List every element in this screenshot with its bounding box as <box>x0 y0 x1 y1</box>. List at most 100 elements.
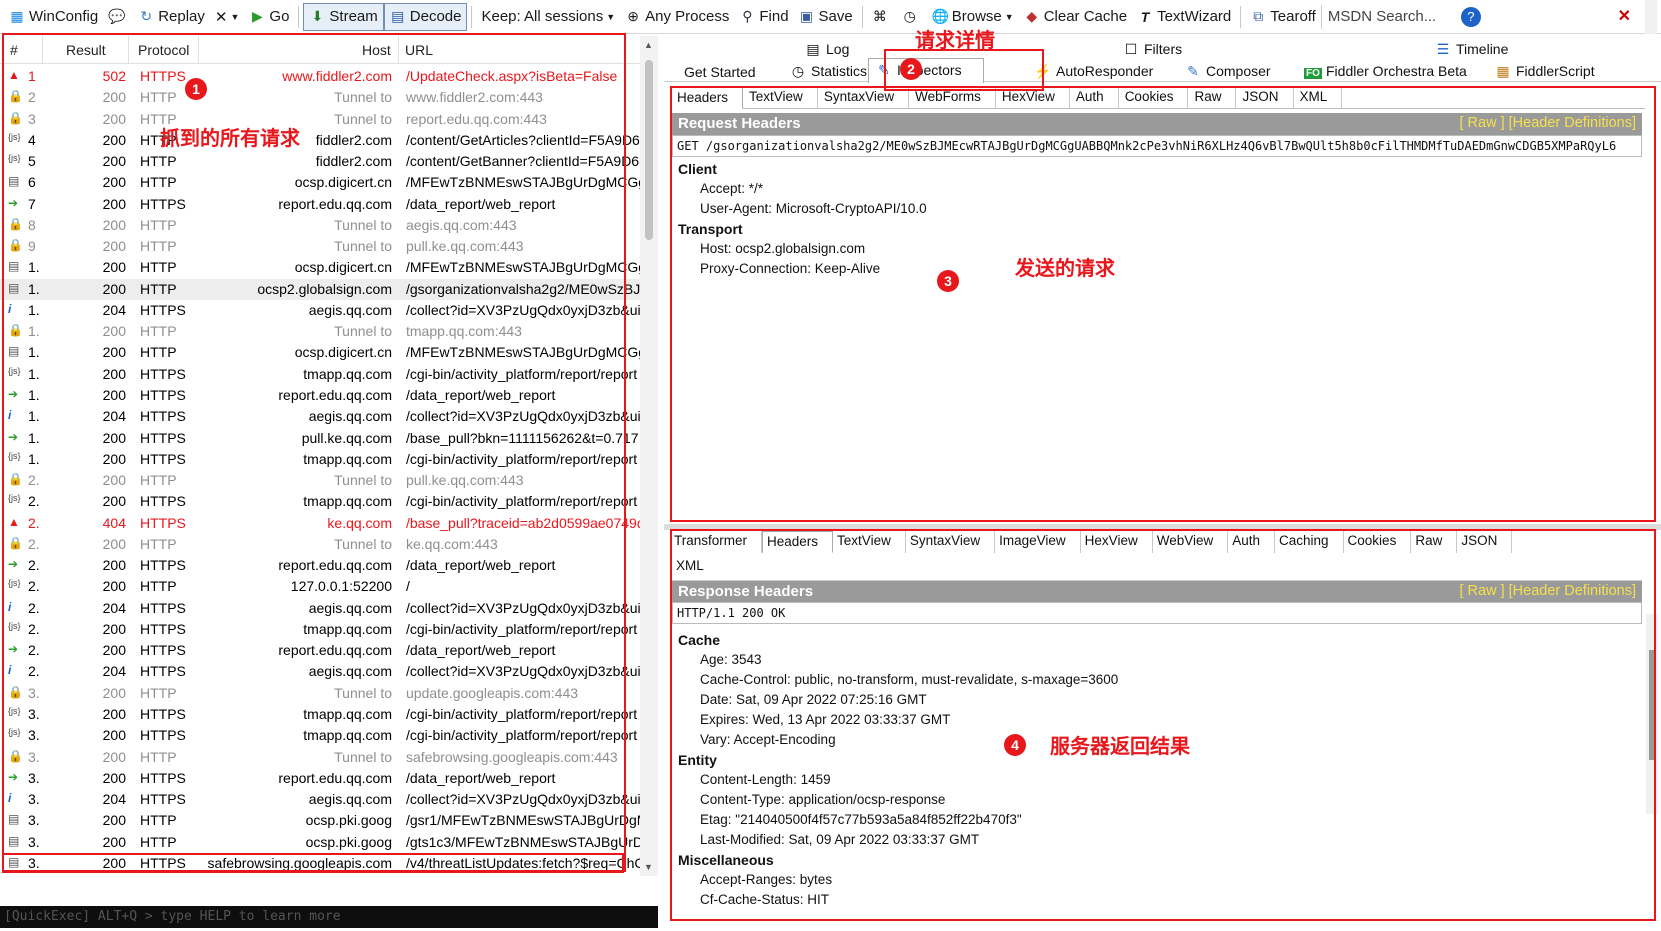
inspector-tab[interactable]: JSON <box>1236 87 1294 109</box>
header-item[interactable]: Cf-Cache-Status: HIT <box>678 890 1118 910</box>
header-item[interactable]: Accept-Ranges: bytes <box>678 870 1118 890</box>
tab-filters[interactable]: ☐ Filters <box>1122 41 1182 58</box>
header-group-title[interactable]: Miscellaneous <box>678 850 1118 870</box>
header-item[interactable]: Expires: Wed, 13 Apr 2022 03:33:37 GMT <box>678 710 1118 730</box>
tab-log[interactable]: ▤ Log <box>804 41 849 58</box>
table-row[interactable]: i 3. 204 HTTPS aegis.qq.com/collect?id=XV3Pz… <box>0 789 640 810</box>
msdn-search-input[interactable]: MSDN Search... <box>1320 4 1453 29</box>
winconfig-button[interactable]: ▦ WinConfig <box>4 3 103 31</box>
table-row[interactable]: ➔ 1. 200 HTTPS report.edu.qq.com/data_report… <box>0 385 640 406</box>
tab-get-started[interactable]: Get Started <box>684 64 756 80</box>
inspector-tab[interactable]: JSON <box>1457 531 1513 553</box>
keep-sessions-dropdown[interactable]: Keep: All sessions ▼ <box>476 3 620 31</box>
tab-composer[interactable]: ✎ Composer <box>1184 63 1270 80</box>
table-row[interactable]: 🔒 8 200 HTTP Tunnel to aegis.qq.com:443 <box>0 215 640 236</box>
table-row[interactable]: {js} 3. 200 HTTPS tmapp.qq.com/cgi-bin/activ… <box>0 725 640 746</box>
tab-inspectors[interactable]: ✎ Inspectors <box>868 58 984 83</box>
table-row[interactable]: ➔ 3. 200 HTTPS report.edu.qq.com/data_report… <box>0 768 640 789</box>
close-icon[interactable]: ✕ <box>1618 6 1631 26</box>
stream-toggle[interactable]: ⬇ Stream <box>303 2 384 31</box>
table-row[interactable]: ➔ 7 200 HTTPS report.edu.qq.com/data_report/… <box>0 194 640 215</box>
inspector-tab[interactable]: ImageView <box>995 531 1081 553</box>
table-row[interactable]: ▲ 2. 404 HTTPS ke.qq.com/base_pull?traceid=a… <box>0 513 640 534</box>
column-divider[interactable] <box>398 36 399 64</box>
column-divider[interactable] <box>198 36 199 64</box>
table-row[interactable]: 🔒 2. 200 HTTP Tunnel to pull.ke.qq.com:443 <box>0 470 640 491</box>
textwizard-button[interactable]: T TextWizard <box>1132 3 1236 31</box>
table-row[interactable]: {js} 1. 200 HTTPS tmapp.qq.com/cgi-bin/activ… <box>0 449 640 470</box>
table-row[interactable]: {js} 2. 200 HTTPS tmapp.qq.com/cgi-bin/activ… <box>0 491 640 512</box>
table-row[interactable]: 🔒 2 200 HTTP Tunnel to www.fiddler2.com:443 <box>0 87 640 108</box>
inspector-tab[interactable]: Raw <box>1188 87 1237 109</box>
scroll-up-icon[interactable]: ▲ <box>644 40 653 50</box>
pane-splitter[interactable] <box>664 524 1661 530</box>
table-row[interactable]: ▤ 1. 200 HTTP ocsp2.globalsign.com/gsorganiz… <box>0 278 640 300</box>
header-definitions-link[interactable]: [ Raw ] [Header Definitions] <box>1460 115 1637 131</box>
tab-autoresponder[interactable]: ⚡ AutoResponder <box>1034 63 1153 80</box>
inspector-tab[interactable]: XML <box>1294 87 1343 109</box>
table-row[interactable]: i 1. 204 HTTPS aegis.qq.com/collect?id=XV3Pz… <box>0 406 640 427</box>
table-row[interactable]: i 1. 204 HTTPS aegis.qq.com/collect?id=XV3Pz… <box>0 300 640 321</box>
table-row[interactable]: 🔒 9 200 HTTP Tunnel to pull.ke.qq.com:443 <box>0 236 640 257</box>
header-group-title[interactable]: Transport <box>678 219 927 239</box>
header-item[interactable]: Accept: */* <box>678 179 927 199</box>
replay-button[interactable]: ↻ Replay <box>133 3 210 31</box>
col-number-header[interactable]: # <box>10 42 18 58</box>
table-row[interactable]: {js} 2. 200 HTTP 127.0.0.1:52200/ <box>0 576 640 597</box>
header-item[interactable]: Proxy-Connection: Keep-Alive <box>678 259 927 279</box>
header-group-title[interactable]: Cache <box>678 630 1118 650</box>
header-item[interactable]: Last-Modified: Sat, 09 Apr 2022 03:33:37… <box>678 830 1118 850</box>
comment-button[interactable]: 💬 <box>103 3 133 31</box>
table-row[interactable]: i 2. 204 HTTPS aegis.qq.com/collect?id=XV3Pz… <box>0 661 640 682</box>
table-row[interactable]: {js} 1. 200 HTTPS tmapp.qq.com/cgi-bin/activ… <box>0 364 640 385</box>
go-button[interactable]: ▶ Go <box>244 3 294 31</box>
table-row[interactable]: 🔒 3. 200 HTTP Tunnel to update.googleapis.com… <box>0 683 640 704</box>
column-divider[interactable] <box>128 36 129 64</box>
col-protocol-header[interactable]: Protocol <box>138 42 189 58</box>
scroll-thumb[interactable] <box>645 60 653 240</box>
response-scrollbar[interactable] <box>1646 614 1658 814</box>
table-row[interactable]: {js} 2. 200 HTTPS tmapp.qq.com/cgi-bin/activ… <box>0 619 640 640</box>
col-host-header[interactable]: Host <box>362 42 391 58</box>
inspector-tab[interactable]: HexView <box>996 87 1070 109</box>
tab-fiddlerscript[interactable]: ▦ FiddlerScript <box>1494 63 1594 80</box>
table-row[interactable]: ▤ 3. 200 HTTP ocsp.pki.goog/gts1c3/MFEwTzBNM… <box>0 832 640 853</box>
tearoff-button[interactable]: ⧉ Tearoff <box>1245 3 1321 31</box>
header-item[interactable]: Content-Type: application/ocsp-response <box>678 790 1118 810</box>
table-row[interactable]: {js} 5 200 HTTP fiddler2.com/content/GetBann… <box>0 151 640 172</box>
quickexec-input[interactable]: [QuickExec] ALT+Q > type HELP to learn m… <box>0 906 658 928</box>
header-item[interactable]: Etag: "214040500f4f57c77b593a5a84f852ff2… <box>678 810 1118 830</box>
header-item[interactable]: Age: 3543 <box>678 650 1118 670</box>
tab-resp-xml[interactable]: XML <box>676 558 704 573</box>
tab-timeline[interactable]: ☰ Timeline <box>1434 41 1509 58</box>
table-row[interactable]: 🔒 1. 200 HTTP Tunnel to tmapp.qq.com:443 <box>0 321 640 342</box>
inspector-tab[interactable]: Headers <box>762 531 834 553</box>
sessions-scrollbar[interactable]: ▲ ▼ <box>640 36 658 876</box>
inspector-tab[interactable]: WebView <box>1153 531 1229 553</box>
table-row[interactable]: ➔ 1. 200 HTTPS pull.ke.qq.com/base_pull?bkn=… <box>0 428 640 449</box>
table-row[interactable]: ▤ 6 200 HTTP ocsp.digicert.cn/MFEwTzBNMEswST… <box>0 172 640 193</box>
scroll-thumb[interactable] <box>1649 650 1655 760</box>
table-row[interactable]: ▲ 1 502 HTTPS www.fiddler2.com/UpdateCheck.a… <box>0 66 640 87</box>
inspector-tab[interactable]: Caching <box>1275 531 1344 553</box>
table-row[interactable]: 🔒 3 200 HTTP Tunnel to report.edu.qq.com:443 <box>0 109 640 130</box>
clear-cache-button[interactable]: ◆ Clear Cache <box>1019 3 1132 31</box>
header-definitions-link[interactable]: [ Raw ] [Header Definitions] <box>1460 583 1637 599</box>
column-divider[interactable] <box>42 36 43 64</box>
table-row[interactable]: ▤ 1. 200 HTTP ocsp.digicert.cn/MFEwTzBNMEswS… <box>0 257 640 278</box>
inspector-tab[interactable]: Transformer <box>670 531 763 553</box>
header-item[interactable]: Date: Sat, 09 Apr 2022 07:25:16 GMT <box>678 690 1118 710</box>
inspector-tab[interactable]: Cookies <box>1344 531 1412 553</box>
help-icon[interactable]: ? <box>1460 6 1481 27</box>
inspector-tab[interactable]: SyntaxView <box>906 531 996 553</box>
inspector-tab[interactable]: Headers <box>670 87 744 109</box>
inspector-tab[interactable]: TextView <box>743 87 818 109</box>
inspector-tab[interactable]: SyntaxView <box>818 87 910 109</box>
header-group-title[interactable]: Client <box>678 159 927 179</box>
table-row[interactable]: {js} 4 200 HTTP fiddler2.com/content/GetArti… <box>0 130 640 151</box>
header-item[interactable]: Content-Length: 1459 <box>678 770 1118 790</box>
table-row[interactable]: ➔ 2. 200 HTTPS report.edu.qq.com/data_report… <box>0 640 640 661</box>
inspector-tab[interactable]: Cookies <box>1119 87 1189 109</box>
inspector-tab[interactable]: Auth <box>1228 531 1276 553</box>
save-button[interactable]: ▣ Save <box>794 3 858 31</box>
